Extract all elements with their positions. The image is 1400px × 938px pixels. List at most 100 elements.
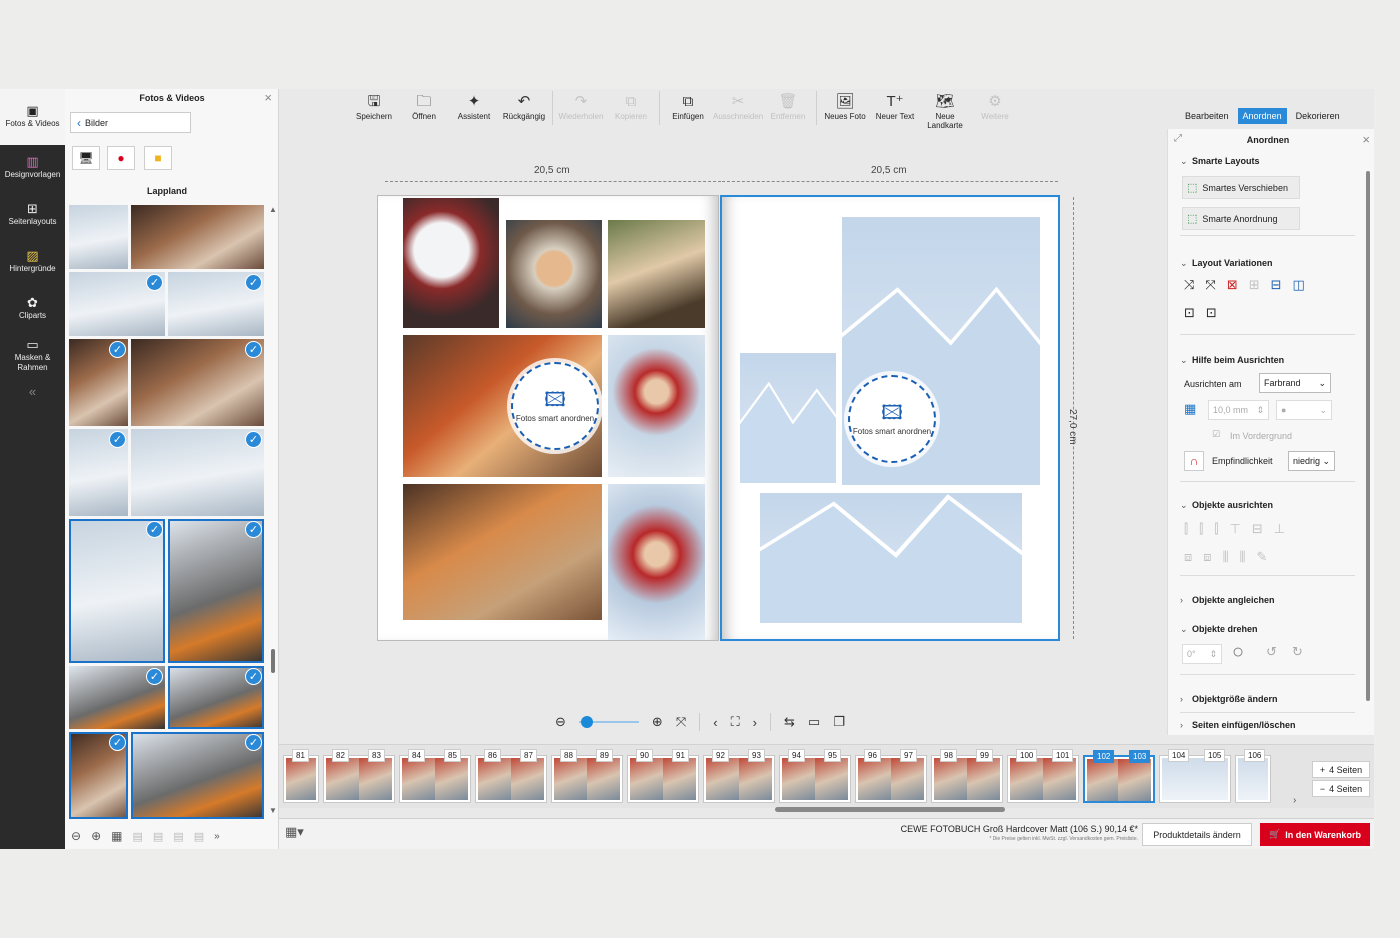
photo-frame[interactable] <box>608 220 705 328</box>
toolbar-button-new-photo[interactable]: 🖼 Neues Foto <box>820 89 870 121</box>
toolbar-button-new-text[interactable]: T⁺ Neuer Text <box>870 89 920 121</box>
photo-thumb[interactable]: ✓ <box>69 519 165 663</box>
close-icon[interactable]: × <box>1362 132 1370 147</box>
rotate-left-icon[interactable]: ↺ <box>1266 644 1277 660</box>
tab-dekorieren[interactable]: Dekorieren <box>1291 108 1345 124</box>
zoom-slider-knob[interactable] <box>581 716 594 728</box>
align-top-icon[interactable]: ⊤ <box>1230 521 1241 537</box>
close-icon[interactable]: × <box>264 90 272 105</box>
left-page[interactable]: 🖾 Fotos smart anordnen <box>377 195 719 641</box>
grid-color-select[interactable]: ● ⌄ <box>1276 400 1332 420</box>
rail-item-backgrounds[interactable]: ▨ Hintergründe <box>0 239 65 286</box>
zoom-out-icon[interactable]: ⊖ <box>555 714 566 730</box>
scroll-thumb[interactable] <box>1366 171 1370 701</box>
zoom-in-icon[interactable]: ⊕ <box>91 829 101 843</box>
empty-photo-frame[interactable] <box>760 493 1022 623</box>
rail-item-layouts[interactable]: ⊞ Seitenlayouts <box>0 192 65 239</box>
grid-size-input[interactable]: 10,0 mm ⇕ <box>1208 400 1269 420</box>
photo-thumb[interactable]: ✓ <box>69 272 165 336</box>
distribute-icon[interactable]: ⧈ <box>1184 549 1192 565</box>
section-match-objects[interactable]: › Objekte angleichen <box>1180 595 1275 605</box>
page-thumbnail[interactable]: 92 93 <box>703 749 775 803</box>
smart-arrange-button[interactable]: 🖾 Fotos smart anordnen <box>848 375 936 463</box>
photo-thumb[interactable]: ✓ <box>168 666 264 729</box>
add-to-cart-button[interactable]: 🛒 In den Warenkorb <box>1260 823 1370 846</box>
toolbar-button-paste[interactable]: ⧉ Einfügen <box>663 89 713 121</box>
photo-thumb[interactable]: ✓ <box>69 339 128 426</box>
distribute-icon[interactable]: ⫼ <box>1240 549 1246 565</box>
view-mode-icon[interactable]: ▦▾ <box>285 824 304 840</box>
collapse-icon[interactable]: « <box>0 384 65 399</box>
smart-move-button[interactable]: ⬚ Smartes Verschieben <box>1182 176 1300 199</box>
rotate-input[interactable]: 0° ⇕ <box>1182 644 1222 664</box>
fit-icon[interactable]: ⤧ <box>676 714 686 730</box>
back-button[interactable]: ‹ Bilder <box>70 112 191 133</box>
split-vertical-icon[interactable]: ◫ <box>1293 277 1305 293</box>
toolbar-button-trash[interactable]: 🗑 Entfernen <box>763 89 813 121</box>
section-align-objects[interactable]: ⌄ Objekte ausrichten <box>1180 500 1273 511</box>
photo-frame[interactable] <box>506 220 602 328</box>
view-option-icon[interactable]: ▤ <box>132 830 142 843</box>
photo-thumb[interactable]: ✓ <box>168 519 264 663</box>
remove-pages-button[interactable]: −4 Seiten <box>1312 780 1370 797</box>
fullscreen-icon[interactable]: ⛶ <box>731 714 740 730</box>
fill-icon[interactable]: ⊞ <box>1249 277 1260 293</box>
remove-photo-icon[interactable]: ⊠ <box>1227 277 1238 293</box>
rail-item-design[interactable]: ▥ Designvorlagen <box>0 145 65 192</box>
section-smart-layouts[interactable]: ⌄ Smarte Layouts <box>1180 156 1260 167</box>
split-horizontal-icon[interactable]: ⊟ <box>1271 277 1282 293</box>
device-source-button[interactable]: 🖥 <box>72 146 100 170</box>
photo-thumb[interactable] <box>131 205 264 269</box>
align-bottom-icon[interactable]: ⊥ <box>1274 521 1285 537</box>
page-thumbnail[interactable]: 90 91 <box>627 749 699 803</box>
scroll-down-icon[interactable]: ▼ <box>269 806 277 815</box>
magic-icon[interactable]: ✎ <box>1257 549 1268 565</box>
page-thumbnail[interactable]: 86 87 <box>475 749 547 803</box>
section-resize-objects[interactable]: › Objektgröße ändern <box>1180 694 1278 704</box>
page-thumbnail[interactable]: 88 89 <box>551 749 623 803</box>
shuffle-off-icon[interactable]: ⤧ <box>1205 277 1215 293</box>
page-thumbnail[interactable]: 84 85 <box>399 749 471 803</box>
rail-item-photos[interactable]: ▣ Fotos & Videos <box>0 89 65 145</box>
previous-page-icon[interactable]: ‹ <box>713 715 717 730</box>
layout-a-icon[interactable]: ⊡ <box>1184 305 1195 321</box>
align-middle-icon[interactable]: ⊟ <box>1252 521 1263 537</box>
page-thumbnail[interactable]: 81 <box>283 749 319 803</box>
next-page-icon[interactable]: › <box>753 715 757 730</box>
smart-arrange-button[interactable]: 🖾 Fotos smart anordnen <box>511 362 599 450</box>
zoom-out-icon[interactable]: ⊖ <box>71 829 81 843</box>
add-pages-button[interactable]: +4 Seiten <box>1312 761 1370 778</box>
photo-scrollbar[interactable]: ▲ ▼ <box>269 205 277 815</box>
zoom-slider[interactable] <box>578 716 639 728</box>
product-details-button[interactable]: Produktdetails ändern <box>1142 823 1252 846</box>
photo-frame[interactable] <box>608 484 705 640</box>
section-pages-insert[interactable]: › Seiten einfügen/löschen <box>1180 720 1296 730</box>
grid-view-icon[interactable]: ▦ <box>111 829 122 843</box>
toolbar-button-scissors[interactable]: ✂ Ausschneiden <box>713 89 763 121</box>
layers-icon[interactable]: ❐ <box>833 714 845 730</box>
align-left-icon[interactable]: ⫿ <box>1184 521 1188 537</box>
layout-b-icon[interactable]: ⊡ <box>1206 305 1217 321</box>
folder-source-button[interactable]: ■ <box>144 146 172 170</box>
toolbar-button-redo[interactable]: ↷ Wiederholen <box>556 89 606 121</box>
photo-thumb[interactable]: ✓ <box>69 666 165 729</box>
rail-item-masks[interactable]: ▭ Masken & Rahmen <box>0 333 65 380</box>
view-option-icon[interactable]: ▤ <box>153 830 163 843</box>
photo-frame[interactable] <box>608 335 705 477</box>
toolbar-button-more[interactable]: ⚙ Weitere <box>970 89 1020 121</box>
cloud-source-button[interactable]: ● <box>107 146 135 170</box>
align-center-icon[interactable]: ⫿ <box>1199 521 1203 537</box>
smart-arrange-panel-button[interactable]: ⬚ Smarte Anordnung <box>1182 207 1300 230</box>
view-option-icon[interactable]: ▤ <box>194 830 204 843</box>
tab-anordnen[interactable]: Anordnen <box>1237 108 1287 124</box>
grid-icon[interactable]: ▦ <box>1184 401 1196 417</box>
ruler-icon[interactable]: ▭ <box>808 714 820 730</box>
empty-photo-frame[interactable] <box>740 353 836 483</box>
tab-bearbeiten[interactable]: Bearbeiten <box>1180 108 1234 124</box>
rail-item-cliparts[interactable]: ✿ Cliparts <box>0 286 65 333</box>
align-to-select[interactable]: Farbrand ⌄ <box>1259 373 1331 393</box>
swap-pages-icon[interactable]: ⇆ <box>784 714 795 730</box>
strip-scrollbar[interactable] <box>775 807 1005 812</box>
toolbar-button-copy[interactable]: ⧉ Kopieren <box>606 89 656 121</box>
page-thumbnail[interactable]: 82 83 <box>323 749 395 803</box>
